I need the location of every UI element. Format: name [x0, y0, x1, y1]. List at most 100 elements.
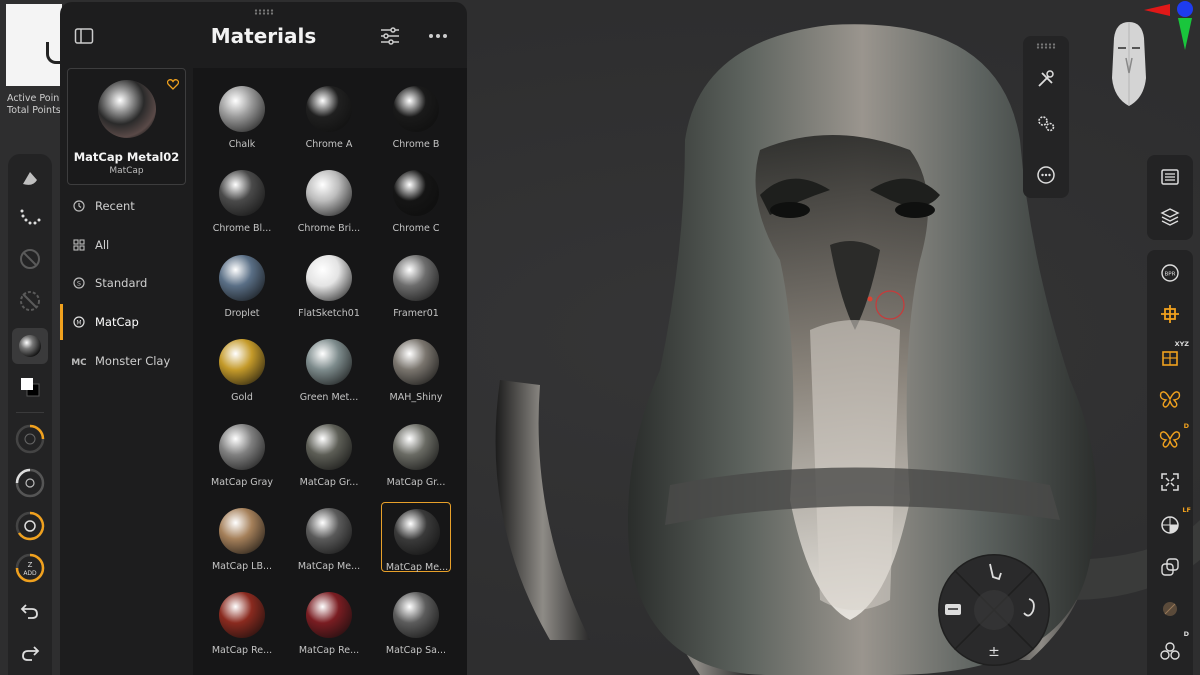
- material-cell[interactable]: MatCap Me...: [381, 502, 451, 573]
- materials-sidebar: MatCap Metal02 MatCap Recent All S Standard…: [60, 68, 193, 675]
- material-preview-sphere: [306, 508, 352, 554]
- sculpt-model[interactable]: [470, 0, 1200, 675]
- line-fill-icon[interactable]: LF: [1155, 506, 1191, 540]
- material-label: Framer01: [393, 307, 439, 319]
- nav-item-all[interactable]: All: [60, 227, 193, 263]
- focal-shift-dial-icon[interactable]: [15, 468, 45, 498]
- nav-item-label: Recent: [95, 199, 135, 213]
- material-preview-sphere: [219, 508, 265, 554]
- lf-badge: LF: [1182, 506, 1191, 514]
- material-preview-sphere: [393, 423, 439, 470]
- current-material-name: MatCap Metal02: [73, 150, 180, 164]
- material-label: MatCap Re...: [211, 645, 273, 657]
- bpr-render-icon[interactable]: BPR: [1155, 258, 1185, 288]
- z-add-toggle[interactable]: Z ADD: [15, 553, 45, 583]
- nav-item-label: Standard: [95, 276, 148, 291]
- layers-icon[interactable]: [1155, 202, 1185, 232]
- draw-size-dial-icon[interactable]: [15, 424, 45, 454]
- material-cell[interactable]: MAH_Shiny: [381, 333, 451, 403]
- document-thumbnail[interactable]: [6, 4, 62, 86]
- material-cell[interactable]: MatCap Gray: [207, 418, 277, 488]
- material-label: MatCap Gr...: [299, 476, 359, 488]
- dynamesh-icon[interactable]: D: [1155, 630, 1189, 666]
- material-label: MAH_Shiny: [389, 392, 443, 404]
- material-label: MatCap LB...: [211, 561, 273, 572]
- material-picker-icon[interactable]: [12, 328, 48, 364]
- redo-icon[interactable]: [15, 638, 45, 668]
- material-label: Chrome C: [392, 223, 440, 235]
- intensity-dial-icon[interactable]: [15, 511, 45, 541]
- nav-item-recent[interactable]: Recent: [60, 188, 193, 224]
- material-cell[interactable]: Chalk: [207, 80, 277, 150]
- material-cell[interactable]: Chrome C: [381, 164, 451, 234]
- drag-handle[interactable]: [254, 9, 274, 15]
- nav-item-standard[interactable]: S Standard: [60, 265, 193, 301]
- more-options-icon[interactable]: [424, 22, 452, 50]
- material-preview-sphere: [219, 592, 265, 639]
- material-cell[interactable]: MatCap Re...: [294, 586, 364, 656]
- radial-symmetry-icon[interactable]: D: [1155, 422, 1189, 454]
- material-label: MatCap Gray: [211, 476, 273, 488]
- plus-minus-icon: ±: [988, 644, 1000, 660]
- material-cell[interactable]: Green Met...: [294, 333, 364, 403]
- quick-pie-menu[interactable]: ±: [933, 549, 1055, 671]
- favorite-heart-icon[interactable]: [166, 75, 180, 94]
- material-preview-sphere: [306, 170, 352, 217]
- nav-item-monster-clay[interactable]: MC Monster Clay: [60, 343, 193, 379]
- alpha-icon[interactable]: [15, 244, 45, 274]
- svg-text:±: ±: [988, 644, 1000, 660]
- material-label: Green Met...: [299, 392, 359, 404]
- texture-icon[interactable]: [15, 286, 45, 316]
- drag-handle[interactable]: [1036, 43, 1056, 49]
- undo-icon[interactable]: [15, 596, 45, 626]
- color-swatch-icon[interactable]: [15, 372, 45, 402]
- material-preview-sphere: [219, 86, 265, 132]
- material-cell[interactable]: Chrome Bri...: [294, 164, 364, 234]
- monster-clay-icon: MC: [72, 354, 86, 368]
- nav-item-label: MatCap: [95, 315, 139, 330]
- more-circle-icon[interactable]: [1031, 160, 1061, 190]
- stroke-icon[interactable]: [15, 202, 45, 232]
- material-cell[interactable]: MatCap Gr...: [294, 418, 364, 488]
- filter-sliders-icon[interactable]: [376, 22, 404, 50]
- material-cell[interactable]: Gold: [207, 333, 277, 403]
- material-cell[interactable]: MatCap LB...: [207, 502, 277, 572]
- settings-gears-icon[interactable]: [1031, 108, 1061, 138]
- material-cell[interactable]: MatCap Gr...: [381, 418, 451, 488]
- svg-text:Z: Z: [28, 561, 33, 569]
- material-cell[interactable]: MatCap Re...: [207, 586, 277, 656]
- material-preview-sphere: [219, 339, 265, 386]
- material-cell[interactable]: Framer01: [381, 249, 451, 319]
- nav-item-label: Monster Clay: [95, 353, 171, 368]
- material-cell[interactable]: Chrome Bl...: [207, 164, 277, 234]
- material-label: Chrome A: [305, 139, 353, 150]
- material-preview-sphere: [393, 170, 439, 217]
- material-cell[interactable]: MatCap Me...: [294, 502, 364, 572]
- list-panel-icon[interactable]: [1155, 162, 1185, 192]
- material-cell[interactable]: FlatSketch01: [294, 249, 364, 319]
- material-cell[interactable]: Chrome A: [294, 80, 364, 150]
- svg-text:ADD: ADD: [23, 570, 37, 577]
- nav-item-matcap[interactable]: M MatCap: [60, 304, 193, 341]
- material-label: Chrome Bl...: [212, 223, 272, 235]
- panel-title: Materials: [210, 24, 317, 48]
- material-cell[interactable]: Chrome B: [381, 80, 451, 150]
- left-tool-rail: Z ADD: [8, 154, 52, 675]
- tools-wrench-icon[interactable]: [1031, 64, 1061, 94]
- right-panel-top: [1147, 155, 1193, 240]
- transparency-icon[interactable]: [1155, 552, 1185, 582]
- material-preview-sphere: [306, 423, 352, 470]
- material-preview-sphere: [219, 170, 265, 217]
- symmetry-butterfly-icon[interactable]: [1155, 384, 1185, 414]
- material-label: MatCap Me...: [297, 561, 361, 572]
- orientation-axis-gizmo[interactable]: [1142, 0, 1200, 56]
- gizmo-move-icon[interactable]: [1155, 299, 1185, 329]
- material-cell[interactable]: MatCap Sa...: [381, 586, 451, 656]
- svg-text:BPR: BPR: [1165, 272, 1176, 278]
- frame-fit-icon[interactable]: [1155, 467, 1185, 497]
- polyframe-icon[interactable]: [1155, 594, 1185, 624]
- material-cell[interactable]: Droplet: [207, 249, 277, 319]
- xyz-symmetry-icon[interactable]: XYZ: [1155, 340, 1189, 372]
- standard-s-icon: S: [72, 276, 86, 290]
- brush-icon[interactable]: [15, 164, 45, 194]
